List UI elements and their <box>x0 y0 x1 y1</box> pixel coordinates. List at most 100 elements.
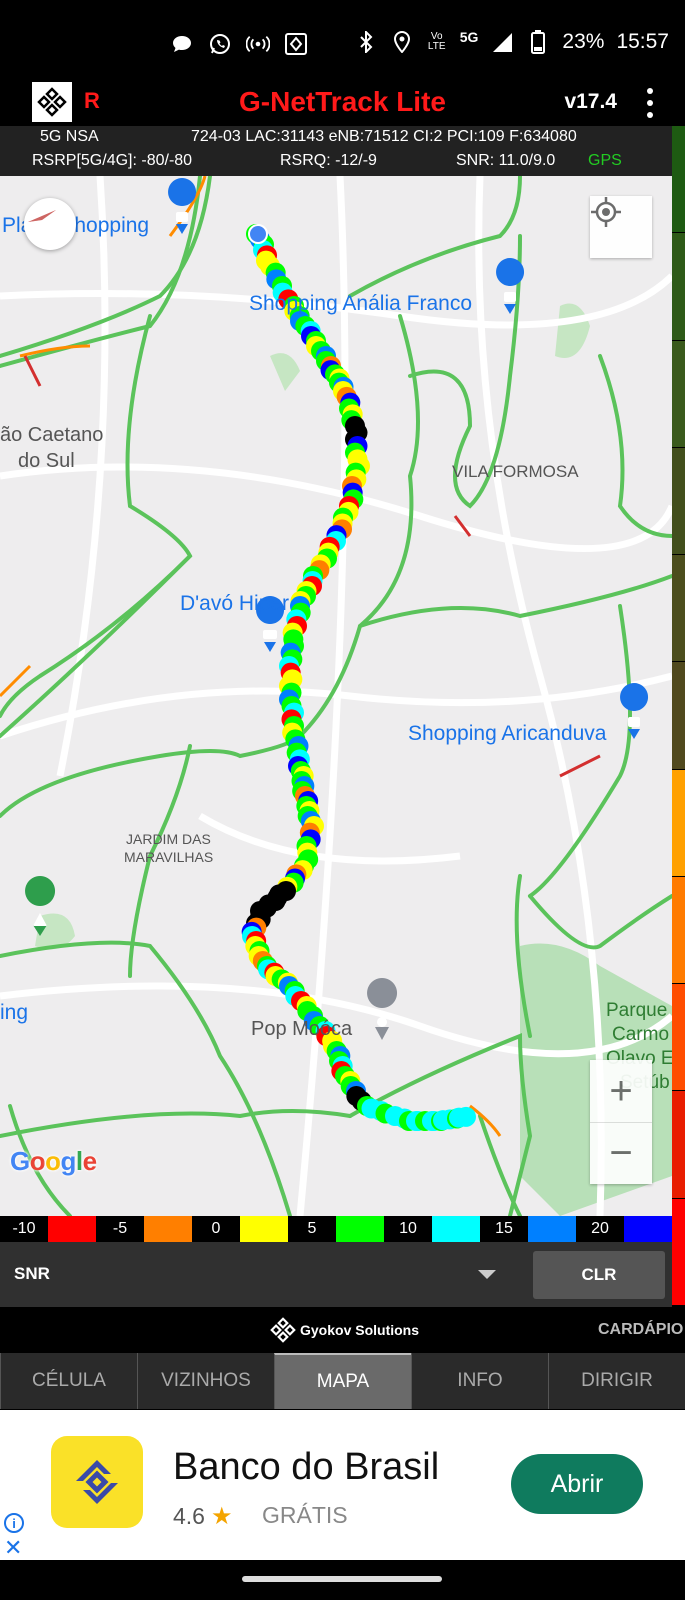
bluetooth-icon <box>354 30 378 54</box>
signal-strip-segment <box>672 555 685 663</box>
google-logo-letter: o <box>29 1146 46 1176</box>
signal-strip-segment <box>672 447 685 556</box>
google-logo-letter: o <box>45 1146 61 1176</box>
tab-dirigir[interactable]: DIRIGIR <box>548 1353 685 1409</box>
park-area <box>555 303 590 358</box>
signal-strip-segment <box>672 233 685 341</box>
cell-id-label: 724-03 LAC:31143 eNB:71512 CI:2 PCI:109 … <box>191 128 577 145</box>
whatsapp-icon <box>208 32 232 56</box>
map-label-aricanduva: Shopping Aricanduva <box>408 722 607 745</box>
ad-title[interactable]: Banco do Brasil <box>173 1446 439 1489</box>
legend-value: 15 <box>480 1216 528 1242</box>
gps-label: GPS <box>588 152 622 169</box>
tab-bar: CÉLULA VIZINHOS MAPA INFO DIRIGIR <box>0 1353 685 1409</box>
signal-strip-segment <box>672 1091 685 1199</box>
legend-swatch <box>48 1216 96 1242</box>
ad-rating-value: 4.6 <box>173 1503 205 1529</box>
track-point <box>456 1106 476 1127</box>
tab-info[interactable]: INFO <box>411 1353 548 1409</box>
ad-price: GRÁTIS <box>262 1502 348 1528</box>
network-type: 5G <box>459 29 479 45</box>
brand-icon <box>270 1317 296 1343</box>
my-location-button[interactable] <box>590 196 652 258</box>
signal-strip-segment <box>672 876 685 985</box>
map-label-vila-formosa: VILA FORMOSA <box>452 462 579 481</box>
ad-info-icon[interactable]: i <box>4 1513 24 1533</box>
tech-label: 5G NSA <box>40 128 99 145</box>
vibrate-icon <box>284 32 308 56</box>
home-gesture-bar[interactable] <box>242 1576 442 1582</box>
map-canvas <box>0 176 672 1216</box>
menu-button[interactable]: CARDÁPIO <box>598 1321 683 1339</box>
ad-open-button[interactable]: Abrir <box>511 1454 643 1514</box>
ad-close-icon[interactable]: ✕ <box>4 1537 22 1559</box>
signal-strip-segment <box>672 340 685 448</box>
clear-button[interactable]: CLR <box>533 1251 665 1299</box>
legend-swatch <box>624 1216 672 1242</box>
overflow-menu-icon[interactable] <box>645 88 655 118</box>
map-label-ing: ing <box>0 1001 29 1024</box>
legend-value: 5 <box>288 1216 336 1242</box>
signal-strip-segment <box>672 662 685 770</box>
map-label-pop: Pop Moóca <box>251 1018 353 1040</box>
legend-swatch <box>336 1216 384 1242</box>
parameter-dropdown[interactable]: SNR <box>14 1264 50 1284</box>
google-logo: Google <box>10 1146 97 1177</box>
star-icon: ★ <box>210 1503 233 1530</box>
location-icon <box>390 30 414 54</box>
cell-info-panel: 5G NSA 724-03 LAC:31143 eNB:71512 CI:2 P… <box>0 126 672 176</box>
rsrp-label: RSRP[5G/4G]: -80/-80 <box>32 152 193 169</box>
map-label-parque: Parque <box>606 1000 668 1021</box>
parameter-selector: SNR CLR <box>0 1242 672 1307</box>
hotspot-icon <box>246 32 270 56</box>
battery-icon <box>526 30 550 54</box>
map-label-davo: D'avó Hiper <box>180 592 290 615</box>
snr-label: SNR: 11.0/9.0 <box>456 152 556 169</box>
signal-history-strip <box>672 126 685 1306</box>
google-logo-letter: e <box>82 1146 97 1176</box>
ad-rating: 4.6 ★ <box>173 1502 233 1531</box>
tab-celula[interactable]: CÉLULA <box>0 1353 137 1409</box>
zoom-controls: + − <box>590 1060 652 1184</box>
signal-strip-segment <box>672 984 685 1092</box>
compass-icon[interactable] <box>24 198 76 250</box>
signal-strip-segment <box>672 769 685 877</box>
volte-icon: Vo LTE <box>427 31 446 52</box>
signal-info-row: RSRP[5G/4G]: -80/-80 RSRQ: -12/-9 SNR: 1… <box>0 150 672 174</box>
crosshair-icon <box>591 197 621 227</box>
google-logo-letter: g <box>60 1146 77 1176</box>
map-label-jardim-2: MARAVILHAS <box>124 849 214 865</box>
zoom-in-button[interactable]: + <box>590 1060 652 1122</box>
signal-icon <box>490 30 514 54</box>
legend-swatch <box>240 1216 288 1242</box>
map-label-jardim: JARDIM DAS <box>126 831 211 847</box>
map-label-parque-2: Carmo <box>612 1024 670 1045</box>
signal-strip-segment <box>672 1198 685 1306</box>
ad-banner[interactable]: Banco do Brasil 4.6 ★ GRÁTIS Abrir i ✕ <box>0 1410 685 1560</box>
brand-name: Gyokov Solutions <box>300 1322 420 1338</box>
legend-value: 0 <box>192 1216 240 1242</box>
google-logo-letter: l <box>75 1146 83 1176</box>
app-version: v17.4 <box>564 90 617 113</box>
map-label-sao-caetano: ão Caetano <box>0 424 104 446</box>
map-label-sao-caetano-2: do Sul <box>18 450 75 472</box>
brand-row: Gyokov Solutions CARDÁPIO <box>0 1307 685 1353</box>
google-logo-letter: G <box>10 1146 30 1176</box>
status-bar: Vo LTE 5G 23% 15:57 <box>0 0 685 82</box>
notification-icons <box>170 32 308 56</box>
shopping-pin-icon[interactable] <box>620 683 649 739</box>
battery-percent: 23% <box>562 30 605 53</box>
dropdown-arrow-icon[interactable] <box>478 1270 496 1279</box>
legend-value: -5 <box>96 1216 144 1242</box>
rsrq-label: RSRQ: -12/-9 <box>280 152 377 169</box>
current-position-dot <box>248 224 268 244</box>
app-bar: R G-NetTrack Lite v17.4 <box>0 82 685 126</box>
banco-do-brasil-logo[interactable] <box>51 1436 143 1528</box>
tab-mapa[interactable]: MAPA <box>274 1353 411 1409</box>
map-view[interactable]: Plaza Shopping Shopping Anália Franco ão… <box>0 176 672 1216</box>
legend-swatch <box>144 1216 192 1242</box>
legend-swatch <box>432 1216 480 1242</box>
clock: 15:57 <box>616 30 669 53</box>
tab-vizinhos[interactable]: VIZINHOS <box>137 1353 274 1409</box>
zoom-out-button[interactable]: − <box>590 1122 652 1184</box>
